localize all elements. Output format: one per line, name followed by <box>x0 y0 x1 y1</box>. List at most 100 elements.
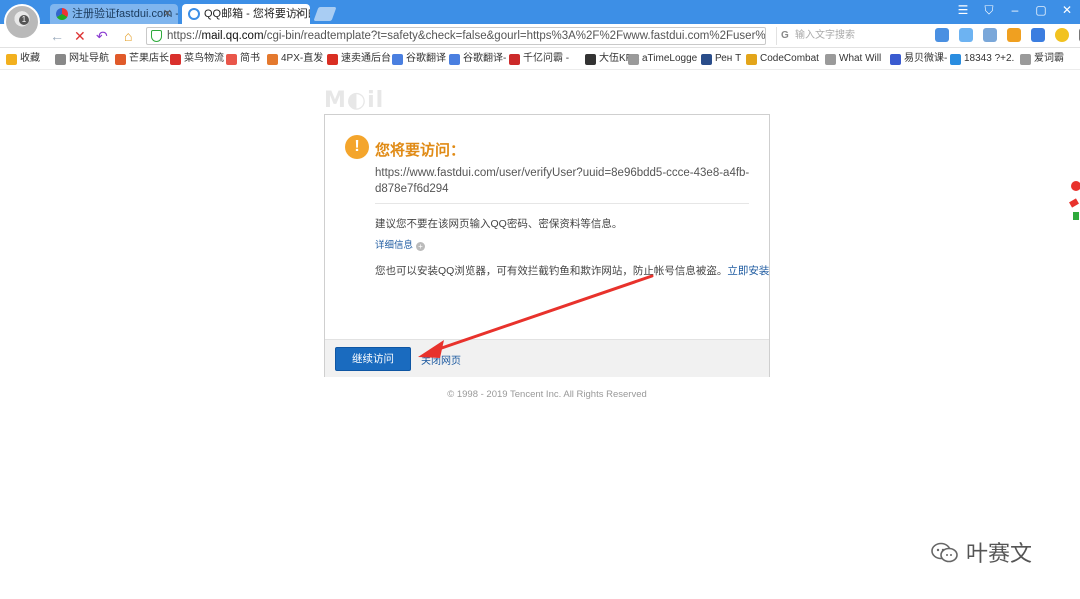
back-icon[interactable]: ← <box>50 26 64 46</box>
translate-icon <box>392 53 403 65</box>
bookmark-label: 谷歌翻译 <box>406 53 446 64</box>
close-window-icon[interactable]: ✕ <box>1060 3 1074 18</box>
translate-icon[interactable] <box>1031 28 1045 42</box>
target-url: https://www.fastdui.com/user/verifyUser?… <box>375 167 750 195</box>
warning-title: 您将要访问： <box>375 142 466 159</box>
bookmark-item[interactable]: aTimeLogge <box>628 48 697 70</box>
user-avatar[interactable]: 1 <box>4 4 40 40</box>
home-icon[interactable]: ⌂ <box>124 26 132 46</box>
address-bar[interactable]: https://mail.qq.com/cgi-bin/readtemplate… <box>146 27 766 45</box>
extension-icon[interactable] <box>935 28 949 42</box>
bookmark-item[interactable]: 18343 ?+2. <box>950 48 1014 70</box>
bookmark-item[interactable]: 谷歌翻译 <box>392 48 446 70</box>
window-controls: ☰ ⛉ – ▢ ✕ <box>956 3 1074 18</box>
page-icon <box>1020 53 1031 65</box>
bookmark-item[interactable]: What Will <box>825 48 881 70</box>
star-icon <box>6 53 17 65</box>
bookmark-label: 芒果店长 <box>129 53 169 64</box>
details-link[interactable]: 详细信息 + <box>375 237 426 251</box>
bookmark-label: 菜鸟物流 <box>184 53 224 64</box>
safety-warning-card: ! 您将要访问： https://www.fastdui.com/user/ve… <box>324 114 770 377</box>
menu-icon[interactable]: ☰ <box>956 3 970 18</box>
jianshu-icon <box>226 53 237 65</box>
bookmark-label: Рен Т <box>715 53 742 64</box>
install-now-link[interactable]: 立即安装 <box>727 265 769 277</box>
url-scheme: https:// <box>167 30 202 42</box>
globe-icon <box>55 53 66 65</box>
scissors-icon[interactable] <box>983 28 997 42</box>
install-note-text: 您也可以安装QQ浏览器，可有效拦截钓鱼和欺诈网站，防止帐号信息被盗。 <box>375 265 728 277</box>
tab-close-icon[interactable]: ✕ <box>295 4 304 24</box>
extension-icon[interactable] <box>959 28 973 42</box>
4px-icon <box>267 53 278 65</box>
translate-icon <box>449 53 460 65</box>
bookmark-item[interactable]: 易贝微课- <box>890 48 947 70</box>
bookmark-label: aTimeLogge <box>642 53 698 64</box>
search-placeholder: 输入文字搜索 <box>795 30 855 41</box>
stop-icon[interactable]: ✕ <box>74 26 86 46</box>
floating-widget-icon[interactable] <box>1064 178 1080 228</box>
codecombat-icon <box>746 53 757 65</box>
monitor-icon <box>701 53 712 65</box>
tab-qqmail[interactable]: QQ邮箱 - 您将要访问的 ✕ <box>182 4 310 24</box>
bookmark-label: CodeCombat <box>760 53 819 64</box>
cainiao-icon <box>170 53 181 65</box>
ebay-icon <box>890 53 901 65</box>
bookmark-item[interactable]: 4PX-直发 <box>267 48 323 70</box>
tab-close-icon[interactable]: ✕ <box>163 4 172 24</box>
page-icon <box>628 53 639 65</box>
key-icon[interactable] <box>1007 28 1021 42</box>
secure-shield-icon <box>151 30 162 42</box>
bookmark-label: 网址导航 <box>69 53 109 64</box>
bookmark-label: What Will <box>839 53 882 64</box>
page-icon <box>825 53 836 65</box>
navigation-bar: ← ✕ ↶ ⌂ https://mail.qq.com/cgi-bin/read… <box>0 24 1080 48</box>
avatar-badge: 1 <box>19 15 29 25</box>
card-footer: 继续访问 关闭网页 <box>325 339 769 377</box>
bookmark-label: 收藏 <box>20 53 40 64</box>
bookmark-item[interactable]: 收藏 <box>6 48 40 70</box>
bookmark-item[interactable]: 谷歌翻译- <box>449 48 506 70</box>
bookmark-item[interactable]: 速卖通后台 <box>327 48 391 70</box>
bookmark-label: 千亿问霸 - <box>523 53 570 64</box>
bookmark-item[interactable]: 菜鸟物流 <box>170 48 224 70</box>
undo-icon[interactable]: ↶ <box>96 26 108 46</box>
bookmarks-bar: 收藏 网址导航 芒果店长 菜鸟物流 简书 4PX-直发 速卖通后台 谷歌翻译 谷歌翻译- 千亿问霸… <box>0 48 1080 70</box>
skin-icon[interactable]: ⛉ <box>982 3 996 18</box>
warning-icon: ! <box>345 135 369 159</box>
bookmark-label: 易贝微课- <box>904 53 948 64</box>
tab-fastdui[interactable]: 注册验证fastdui.com - ✕ <box>50 4 178 24</box>
bookmark-item[interactable]: 网址导航 <box>55 48 109 70</box>
mango-icon <box>115 53 126 65</box>
bookmark-item[interactable]: CodeCombat <box>746 48 819 70</box>
url-host: mail.qq.com <box>201 30 264 42</box>
toolbar-extensions <box>935 28 1080 42</box>
bookmark-item[interactable]: 爱词霸 <box>1020 48 1064 70</box>
details-label: 详细信息 <box>375 240 414 251</box>
maximize-icon[interactable]: ▢ <box>1034 3 1048 18</box>
aliexpress-icon <box>327 53 338 65</box>
bookmark-label: 18343 ?+2. <box>964 53 1015 64</box>
bookmark-item[interactable]: Рен Т <box>701 48 741 70</box>
install-note: 您也可以安装QQ浏览器，可有效拦截钓鱼和欺诈网站，防止帐号信息被盗。立即安装 <box>375 263 769 278</box>
bookmark-item[interactable]: 芒果店长 <box>115 48 169 70</box>
bookmark-label: 速卖通后台 <box>341 53 391 64</box>
minimize-icon[interactable]: – <box>1008 3 1022 18</box>
bookmark-item[interactable]: 千亿问霸 - <box>509 48 569 70</box>
continue-visit-button[interactable]: 继续访问 <box>335 347 411 371</box>
copyright-text: © 1998 - 2019 Tencent Inc. All Rights Re… <box>447 389 647 400</box>
bookmark-item[interactable]: 简书 <box>226 48 260 70</box>
divider <box>375 203 749 204</box>
advice-text: 建议您不要在该网页输入QQ密码、密保资料等信息。 <box>375 218 623 230</box>
expand-icon: + <box>416 242 426 251</box>
watermark-text: 叶赛文 <box>966 541 1033 566</box>
emoji-icon[interactable] <box>1055 28 1069 42</box>
close-page-link[interactable]: 关闭网页 <box>421 352 461 367</box>
bookmark-label: 4PX-直发 <box>281 53 324 64</box>
search-input[interactable]: G 输入文字搜索 <box>776 27 926 45</box>
url-path: /cgi-bin/readtemplate?t=safety&check=fal… <box>263 30 766 42</box>
search-engine-icon: G <box>781 30 789 41</box>
loading-icon <box>188 8 200 20</box>
bookmark-label: 爱词霸 <box>1034 53 1064 64</box>
chrome-favicon-icon <box>56 8 68 20</box>
